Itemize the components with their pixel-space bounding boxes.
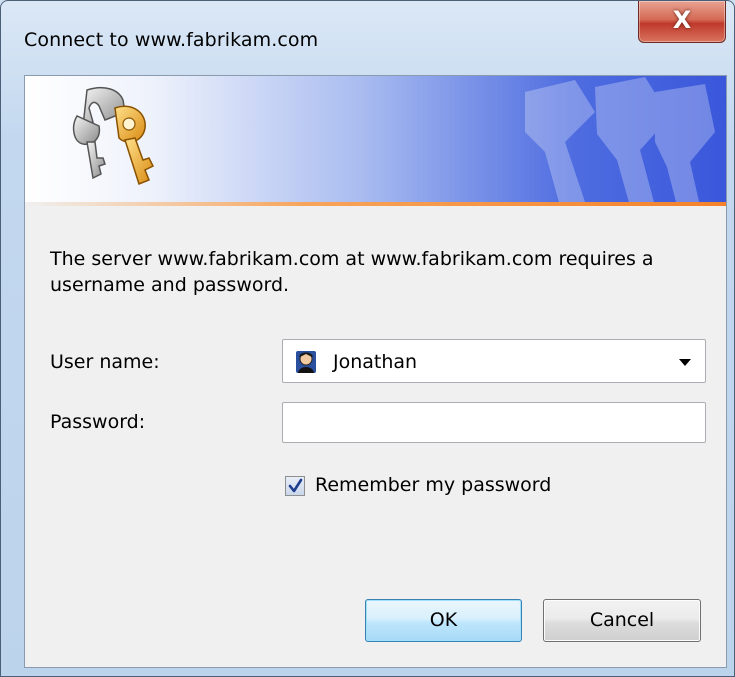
user-icon [296,351,316,373]
credentials-dialog: Connect to www.fabrikam.com X The server… [0,0,735,677]
username-combobox[interactable]: Jonathan [282,339,706,383]
close-icon: X [672,6,692,34]
cancel-button[interactable]: Cancel [543,599,701,642]
password-field[interactable] [282,402,706,443]
ok-button[interactable]: OK [365,599,522,642]
close-button[interactable]: X [638,1,726,43]
dialog-body: The server www.fabrikam.com at www.fabri… [24,75,727,668]
username-value: Jonathan [333,351,418,373]
username-label: User name: [50,351,160,373]
password-label: Password: [50,411,146,433]
banner-stripe [25,202,726,206]
checkmark-icon [288,478,303,493]
auth-message: The server www.fabrikam.com at www.fabri… [50,248,654,296]
remember-password-checkbox[interactable] [285,476,305,496]
header-banner [25,76,726,202]
keys-icon [72,86,155,185]
remember-password-label[interactable]: Remember my password [315,474,551,496]
title-bar[interactable] [1,1,734,27]
window-title: Connect to www.fabrikam.com [24,29,319,51]
chevron-down-icon[interactable] [679,359,691,366]
keys-watermark-icon [525,77,715,202]
